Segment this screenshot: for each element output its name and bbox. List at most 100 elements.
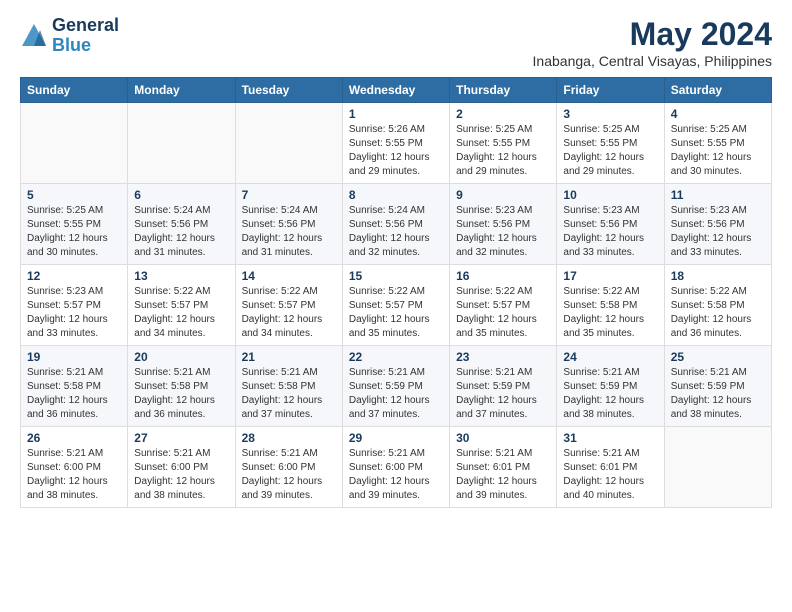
calendar-week-row: 26 Sunrise: 5:21 AM Sunset: 6:00 PM Dayli…	[21, 427, 772, 508]
day-info: Sunrise: 5:25 AM Sunset: 5:55 PM Dayligh…	[27, 204, 121, 260]
calendar-cell	[664, 427, 771, 508]
weekday-header: Wednesday	[342, 78, 449, 103]
logo-text: General Blue	[52, 16, 119, 56]
day-number: 11	[671, 188, 765, 202]
calendar-cell: 16 Sunrise: 5:22 AM Sunset: 5:57 PM Dayli…	[450, 265, 557, 346]
day-number: 9	[456, 188, 550, 202]
calendar-week-row: 5 Sunrise: 5:25 AM Sunset: 5:55 PM Daylig…	[21, 184, 772, 265]
calendar-cell: 15Sunrise: 5:22 AM Sunset: 5:57 PM Dayli…	[342, 265, 449, 346]
day-number: 26	[27, 431, 121, 445]
day-info: Sunrise: 5:21 AM Sunset: 6:00 PM Dayligh…	[134, 447, 228, 503]
calendar-cell: 10 Sunrise: 5:23 AM Sunset: 5:56 PM Dayli…	[557, 184, 664, 265]
day-number: 18	[671, 269, 765, 283]
calendar-cell	[21, 103, 128, 184]
day-info: Sunrise: 5:21 AM Sunset: 6:01 PM Dayligh…	[456, 447, 550, 503]
calendar-cell: 2Sunrise: 5:25 AM Sunset: 5:55 PM Daylig…	[450, 103, 557, 184]
calendar-cell: 27Sunrise: 5:21 AM Sunset: 6:00 PM Dayli…	[128, 427, 235, 508]
calendar-cell: 21 Sunrise: 5:21 AM Sunset: 5:58 PM Dayli…	[235, 346, 342, 427]
day-info: Sunrise: 5:22 AM Sunset: 5:58 PM Dayligh…	[671, 285, 765, 341]
day-info: Sunrise: 5:23 AM Sunset: 5:57 PM Dayligh…	[27, 285, 121, 341]
weekday-header: Tuesday	[235, 78, 342, 103]
weekday-row: SundayMondayTuesdayWednesdayThursdayFrid…	[21, 78, 772, 103]
day-number: 28	[242, 431, 336, 445]
day-number: 23	[456, 350, 550, 364]
day-number: 5	[27, 188, 121, 202]
day-number: 7	[242, 188, 336, 202]
day-number: 17	[563, 269, 657, 283]
day-info: Sunrise: 5:26 AM Sunset: 5:55 PM Dayligh…	[349, 123, 443, 179]
day-info: Sunrise: 5:21 AM Sunset: 5:59 PM Dayligh…	[456, 366, 550, 422]
calendar-cell: 26 Sunrise: 5:21 AM Sunset: 6:00 PM Dayli…	[21, 427, 128, 508]
day-number: 24	[563, 350, 657, 364]
day-info: Sunrise: 5:21 AM Sunset: 6:00 PM Dayligh…	[27, 447, 121, 503]
day-info: Sunrise: 5:21 AM Sunset: 5:59 PM Dayligh…	[349, 366, 443, 422]
weekday-header: Sunday	[21, 78, 128, 103]
day-info: Sunrise: 5:21 AM Sunset: 5:58 PM Dayligh…	[242, 366, 336, 422]
calendar-cell: 30Sunrise: 5:21 AM Sunset: 6:01 PM Dayli…	[450, 427, 557, 508]
day-info: Sunrise: 5:22 AM Sunset: 5:57 PM Dayligh…	[242, 285, 336, 341]
day-number: 1	[349, 107, 443, 121]
logo: General Blue	[20, 16, 119, 56]
day-info: Sunrise: 5:21 AM Sunset: 5:59 PM Dayligh…	[563, 366, 657, 422]
calendar-cell: 13Sunrise: 5:22 AM Sunset: 5:57 PM Dayli…	[128, 265, 235, 346]
calendar-cell: 4 Sunrise: 5:25 AM Sunset: 5:55 PM Daylig…	[664, 103, 771, 184]
day-info: Sunrise: 5:22 AM Sunset: 5:57 PM Dayligh…	[456, 285, 550, 341]
day-number: 15	[349, 269, 443, 283]
weekday-header: Saturday	[664, 78, 771, 103]
calendar-cell: 7Sunrise: 5:24 AM Sunset: 5:56 PM Daylig…	[235, 184, 342, 265]
day-info: Sunrise: 5:21 AM Sunset: 6:00 PM Dayligh…	[349, 447, 443, 503]
day-info: Sunrise: 5:25 AM Sunset: 5:55 PM Dayligh…	[671, 123, 765, 179]
day-info: Sunrise: 5:24 AM Sunset: 5:56 PM Dayligh…	[349, 204, 443, 260]
weekday-header: Friday	[557, 78, 664, 103]
calendar-cell: 23 Sunrise: 5:21 AM Sunset: 5:59 PM Dayli…	[450, 346, 557, 427]
day-number: 22	[349, 350, 443, 364]
header: General Blue May 2024 Inabanga, Central …	[20, 16, 772, 69]
day-number: 8	[349, 188, 443, 202]
calendar-cell: 25Sunrise: 5:21 AM Sunset: 5:59 PM Dayli…	[664, 346, 771, 427]
day-number: 10	[563, 188, 657, 202]
logo-line2: Blue	[52, 36, 119, 56]
day-number: 6	[134, 188, 228, 202]
day-info: Sunrise: 5:23 AM Sunset: 5:56 PM Dayligh…	[563, 204, 657, 260]
day-info: Sunrise: 5:24 AM Sunset: 5:56 PM Dayligh…	[134, 204, 228, 260]
calendar-cell: 20Sunrise: 5:21 AM Sunset: 5:58 PM Dayli…	[128, 346, 235, 427]
day-number: 3	[563, 107, 657, 121]
calendar-cell: 5 Sunrise: 5:25 AM Sunset: 5:55 PM Daylig…	[21, 184, 128, 265]
calendar-cell: 24 Sunrise: 5:21 AM Sunset: 5:59 PM Dayli…	[557, 346, 664, 427]
calendar-header: SundayMondayTuesdayWednesdayThursdayFrid…	[21, 78, 772, 103]
calendar-cell: 8 Sunrise: 5:24 AM Sunset: 5:56 PM Daylig…	[342, 184, 449, 265]
weekday-header: Monday	[128, 78, 235, 103]
calendar-week-row: 19Sunrise: 5:21 AM Sunset: 5:58 PM Dayli…	[21, 346, 772, 427]
calendar-cell: 31Sunrise: 5:21 AM Sunset: 6:01 PM Dayli…	[557, 427, 664, 508]
day-info: Sunrise: 5:23 AM Sunset: 5:56 PM Dayligh…	[671, 204, 765, 260]
calendar-cell: 11 Sunrise: 5:23 AM Sunset: 5:56 PM Dayli…	[664, 184, 771, 265]
calendar-cell: 19Sunrise: 5:21 AM Sunset: 5:58 PM Dayli…	[21, 346, 128, 427]
calendar-week-row: 12Sunrise: 5:23 AM Sunset: 5:57 PM Dayli…	[21, 265, 772, 346]
day-info: Sunrise: 5:25 AM Sunset: 5:55 PM Dayligh…	[563, 123, 657, 179]
logo-line1: General	[52, 16, 119, 36]
calendar-body: 1 Sunrise: 5:26 AM Sunset: 5:55 PM Daylig…	[21, 103, 772, 508]
day-info: Sunrise: 5:25 AM Sunset: 5:55 PM Dayligh…	[456, 123, 550, 179]
day-info: Sunrise: 5:21 AM Sunset: 5:58 PM Dayligh…	[134, 366, 228, 422]
calendar-cell: 18 Sunrise: 5:22 AM Sunset: 5:58 PM Dayli…	[664, 265, 771, 346]
main-title: May 2024	[533, 16, 772, 53]
weekday-header: Thursday	[450, 78, 557, 103]
calendar-cell: 3 Sunrise: 5:25 AM Sunset: 5:55 PM Daylig…	[557, 103, 664, 184]
day-info: Sunrise: 5:22 AM Sunset: 5:58 PM Dayligh…	[563, 285, 657, 341]
calendar-cell: 14Sunrise: 5:22 AM Sunset: 5:57 PM Dayli…	[235, 265, 342, 346]
day-info: Sunrise: 5:23 AM Sunset: 5:56 PM Dayligh…	[456, 204, 550, 260]
logo-icon	[20, 22, 48, 50]
calendar-cell: 28Sunrise: 5:21 AM Sunset: 6:00 PM Dayli…	[235, 427, 342, 508]
subtitle: Inabanga, Central Visayas, Philippines	[533, 53, 772, 69]
day-number: 21	[242, 350, 336, 364]
calendar-cell: 6 Sunrise: 5:24 AM Sunset: 5:56 PM Daylig…	[128, 184, 235, 265]
day-number: 13	[134, 269, 228, 283]
calendar-cell: 9 Sunrise: 5:23 AM Sunset: 5:56 PM Daylig…	[450, 184, 557, 265]
title-block: May 2024 Inabanga, Central Visayas, Phil…	[533, 16, 772, 69]
calendar-cell: 17 Sunrise: 5:22 AM Sunset: 5:58 PM Dayli…	[557, 265, 664, 346]
calendar-cell: 22 Sunrise: 5:21 AM Sunset: 5:59 PM Dayli…	[342, 346, 449, 427]
day-info: Sunrise: 5:21 AM Sunset: 5:58 PM Dayligh…	[27, 366, 121, 422]
day-number: 16	[456, 269, 550, 283]
day-number: 29	[349, 431, 443, 445]
day-number: 4	[671, 107, 765, 121]
